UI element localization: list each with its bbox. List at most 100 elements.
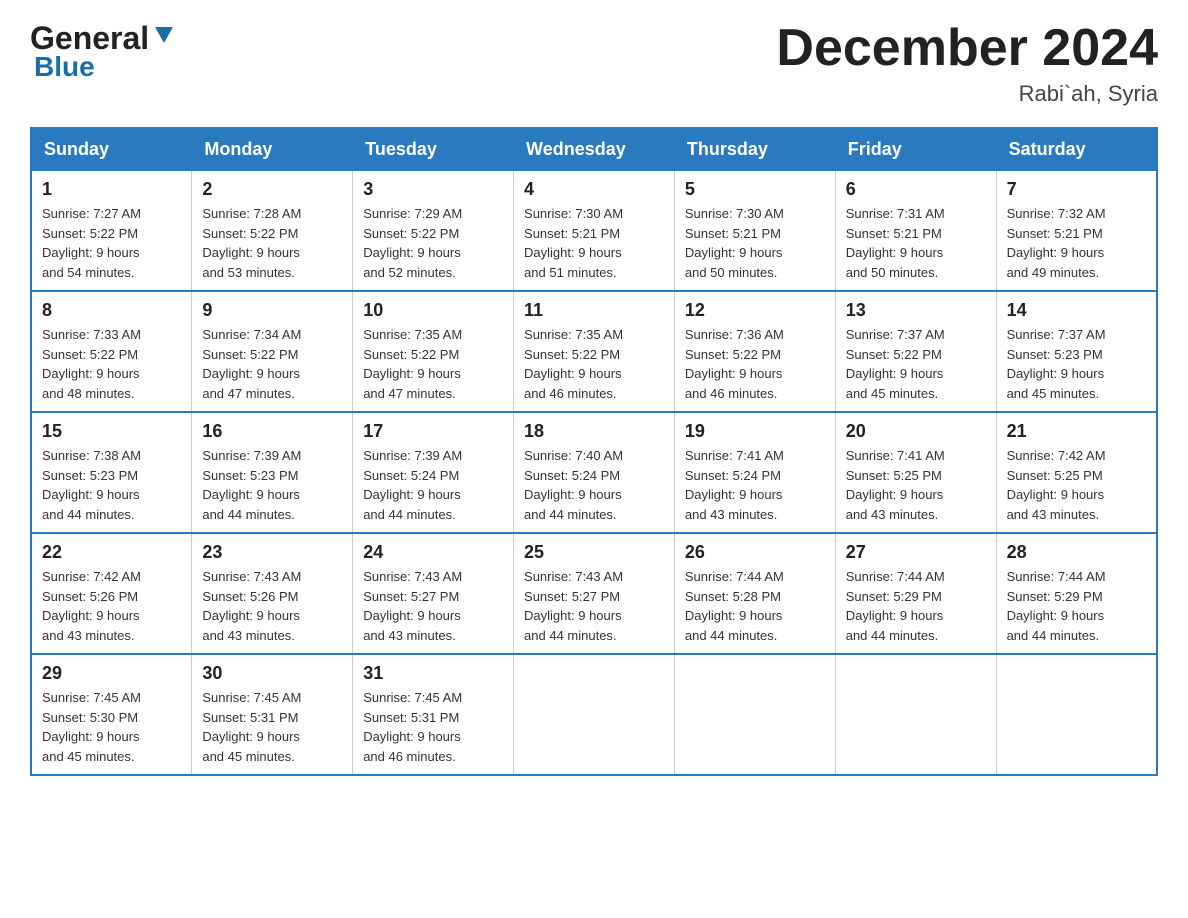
calendar-cell [514,654,675,775]
day-number: 1 [42,179,181,200]
day-info: Sunrise: 7:44 AMSunset: 5:29 PMDaylight:… [1007,567,1146,645]
day-info: Sunrise: 7:31 AMSunset: 5:21 PMDaylight:… [846,204,986,282]
day-number: 29 [42,663,181,684]
calendar-cell: 14 Sunrise: 7:37 AMSunset: 5:23 PMDayligh… [996,291,1157,412]
calendar-week-row: 8 Sunrise: 7:33 AMSunset: 5:22 PMDaylight… [31,291,1157,412]
day-number: 20 [846,421,986,442]
day-header-sunday: Sunday [31,128,192,171]
day-info: Sunrise: 7:43 AMSunset: 5:27 PMDaylight:… [363,567,503,645]
calendar-week-row: 22 Sunrise: 7:42 AMSunset: 5:26 PMDayligh… [31,533,1157,654]
day-number: 15 [42,421,181,442]
day-number: 28 [1007,542,1146,563]
day-info: Sunrise: 7:45 AMSunset: 5:30 PMDaylight:… [42,688,181,766]
day-number: 16 [202,421,342,442]
day-number: 5 [685,179,825,200]
calendar-cell: 10 Sunrise: 7:35 AMSunset: 5:22 PMDayligh… [353,291,514,412]
calendar-cell: 19Sunrise: 7:41 AMSunset: 5:24 PMDayligh… [674,412,835,533]
day-info: Sunrise: 7:42 AMSunset: 5:26 PMDaylight:… [42,567,181,645]
day-info: Sunrise: 7:27 AMSunset: 5:22 PMDaylight:… [42,204,181,282]
calendar-cell: 3 Sunrise: 7:29 AMSunset: 5:22 PMDaylight… [353,171,514,292]
day-info: Sunrise: 7:34 AMSunset: 5:22 PMDaylight:… [202,325,342,403]
calendar-cell: 23 Sunrise: 7:43 AMSunset: 5:26 PMDayligh… [192,533,353,654]
day-info: Sunrise: 7:44 AMSunset: 5:29 PMDaylight:… [846,567,986,645]
location-subtitle: Rabi`ah, Syria [776,81,1158,107]
day-info: Sunrise: 7:43 AMSunset: 5:27 PMDaylight:… [524,567,664,645]
day-number: 22 [42,542,181,563]
day-info: Sunrise: 7:36 AMSunset: 5:22 PMDaylight:… [685,325,825,403]
day-info: Sunrise: 7:29 AMSunset: 5:22 PMDaylight:… [363,204,503,282]
calendar-cell [996,654,1157,775]
day-info: Sunrise: 7:28 AMSunset: 5:22 PMDaylight:… [202,204,342,282]
calendar-header-row: SundayMondayTuesdayWednesdayThursdayFrid… [31,128,1157,171]
day-info: Sunrise: 7:38 AMSunset: 5:23 PMDaylight:… [42,446,181,524]
calendar-cell: 5 Sunrise: 7:30 AMSunset: 5:21 PMDaylight… [674,171,835,292]
day-number: 3 [363,179,503,200]
calendar-cell: 28 Sunrise: 7:44 AMSunset: 5:29 PMDayligh… [996,533,1157,654]
calendar-cell: 26 Sunrise: 7:44 AMSunset: 5:28 PMDayligh… [674,533,835,654]
day-info: Sunrise: 7:37 AMSunset: 5:23 PMDaylight:… [1007,325,1146,403]
calendar-cell: 8 Sunrise: 7:33 AMSunset: 5:22 PMDaylight… [31,291,192,412]
calendar-cell [674,654,835,775]
calendar-cell: 17 Sunrise: 7:39 AMSunset: 5:24 PMDayligh… [353,412,514,533]
calendar-cell: 6Sunrise: 7:31 AMSunset: 5:21 PMDaylight… [835,171,996,292]
calendar-cell: 1 Sunrise: 7:27 AMSunset: 5:22 PMDaylight… [31,171,192,292]
day-number: 17 [363,421,503,442]
day-header-wednesday: Wednesday [514,128,675,171]
calendar-cell: 18Sunrise: 7:40 AMSunset: 5:24 PMDayligh… [514,412,675,533]
day-number: 10 [363,300,503,321]
day-info: Sunrise: 7:37 AMSunset: 5:22 PMDaylight:… [846,325,986,403]
calendar-cell: 16 Sunrise: 7:39 AMSunset: 5:23 PMDayligh… [192,412,353,533]
calendar-cell: 25Sunrise: 7:43 AMSunset: 5:27 PMDayligh… [514,533,675,654]
day-number: 31 [363,663,503,684]
day-number: 4 [524,179,664,200]
calendar-cell: 15 Sunrise: 7:38 AMSunset: 5:23 PMDayligh… [31,412,192,533]
day-info: Sunrise: 7:30 AMSunset: 5:21 PMDaylight:… [524,204,664,282]
day-number: 24 [363,542,503,563]
day-number: 21 [1007,421,1146,442]
day-info: Sunrise: 7:42 AMSunset: 5:25 PMDaylight:… [1007,446,1146,524]
day-header-tuesday: Tuesday [353,128,514,171]
day-info: Sunrise: 7:30 AMSunset: 5:21 PMDaylight:… [685,204,825,282]
day-info: Sunrise: 7:44 AMSunset: 5:28 PMDaylight:… [685,567,825,645]
calendar-cell: 31 Sunrise: 7:45 AMSunset: 5:31 PMDayligh… [353,654,514,775]
main-title: December 2024 [776,20,1158,77]
day-info: Sunrise: 7:33 AMSunset: 5:22 PMDaylight:… [42,325,181,403]
calendar-cell [835,654,996,775]
day-number: 11 [524,300,664,321]
day-header-thursday: Thursday [674,128,835,171]
day-info: Sunrise: 7:41 AMSunset: 5:25 PMDaylight:… [846,446,986,524]
calendar-cell: 11 Sunrise: 7:35 AMSunset: 5:22 PMDayligh… [514,291,675,412]
day-number: 23 [202,542,342,563]
day-number: 9 [202,300,342,321]
calendar-cell: 22 Sunrise: 7:42 AMSunset: 5:26 PMDayligh… [31,533,192,654]
day-info: Sunrise: 7:35 AMSunset: 5:22 PMDaylight:… [363,325,503,403]
calendar-cell: 21 Sunrise: 7:42 AMSunset: 5:25 PMDayligh… [996,412,1157,533]
day-header-friday: Friday [835,128,996,171]
day-info: Sunrise: 7:39 AMSunset: 5:23 PMDaylight:… [202,446,342,524]
logo-blue-text: Blue [34,51,95,83]
day-info: Sunrise: 7:41 AMSunset: 5:24 PMDaylight:… [685,446,825,524]
logo: General Blue [30,20,175,83]
day-number: 18 [524,421,664,442]
page-header: General Blue December 2024 Rabi`ah, Syri… [30,20,1158,107]
day-info: Sunrise: 7:32 AMSunset: 5:21 PMDaylight:… [1007,204,1146,282]
day-number: 13 [846,300,986,321]
day-info: Sunrise: 7:43 AMSunset: 5:26 PMDaylight:… [202,567,342,645]
day-info: Sunrise: 7:35 AMSunset: 5:22 PMDaylight:… [524,325,664,403]
day-number: 27 [846,542,986,563]
calendar-cell: 20 Sunrise: 7:41 AMSunset: 5:25 PMDayligh… [835,412,996,533]
calendar-table: SundayMondayTuesdayWednesdayThursdayFrid… [30,127,1158,776]
day-number: 8 [42,300,181,321]
calendar-cell: 12Sunrise: 7:36 AMSunset: 5:22 PMDayligh… [674,291,835,412]
calendar-week-row: 1 Sunrise: 7:27 AMSunset: 5:22 PMDaylight… [31,171,1157,292]
day-info: Sunrise: 7:45 AMSunset: 5:31 PMDaylight:… [363,688,503,766]
day-number: 26 [685,542,825,563]
day-header-saturday: Saturday [996,128,1157,171]
day-number: 7 [1007,179,1146,200]
calendar-cell: 2Sunrise: 7:28 AMSunset: 5:22 PMDaylight… [192,171,353,292]
day-number: 14 [1007,300,1146,321]
calendar-cell: 9 Sunrise: 7:34 AMSunset: 5:22 PMDaylight… [192,291,353,412]
calendar-week-row: 15 Sunrise: 7:38 AMSunset: 5:23 PMDayligh… [31,412,1157,533]
day-info: Sunrise: 7:39 AMSunset: 5:24 PMDaylight:… [363,446,503,524]
day-info: Sunrise: 7:45 AMSunset: 5:31 PMDaylight:… [202,688,342,766]
